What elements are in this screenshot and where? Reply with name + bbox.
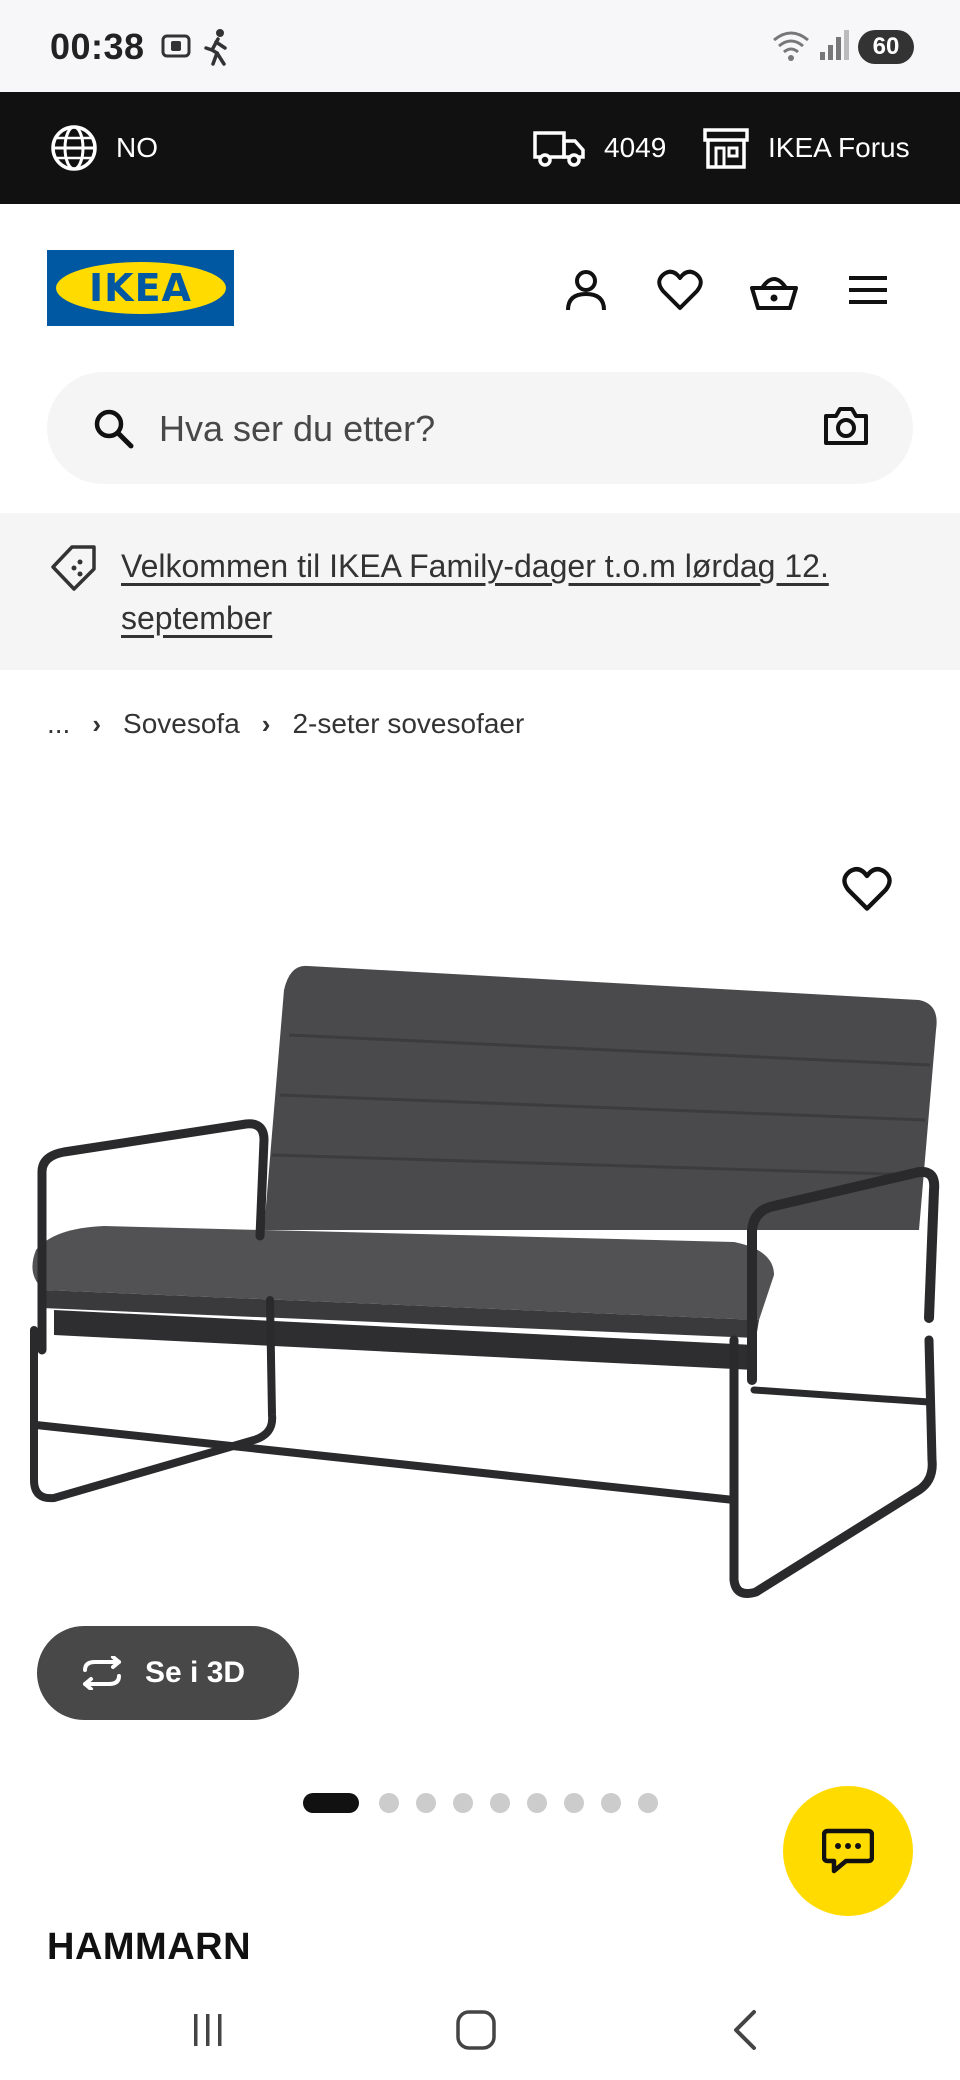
breadcrumb: ... › Sovesofa › 2-seter sovesofaer: [47, 704, 524, 744]
status-bar: 00:38 60: [0, 0, 960, 92]
heart-icon[interactable]: [654, 264, 706, 316]
view-3d-button[interactable]: Se i 3D: [37, 1626, 299, 1720]
signal-icon: [818, 28, 850, 67]
carousel-dot[interactable]: [379, 1793, 399, 1813]
search-input[interactable]: Hva ser du etter?: [159, 408, 435, 450]
battery-indicator: 60: [858, 30, 914, 64]
profile-icon[interactable]: [560, 264, 612, 316]
chat-icon: [822, 1828, 874, 1874]
store-selector[interactable]: IKEA Forus: [702, 92, 910, 204]
carousel-dot[interactable]: [416, 1793, 436, 1813]
chevron-right-icon: ›: [92, 708, 102, 739]
home-icon[interactable]: [446, 2000, 506, 2060]
carousel-dot[interactable]: [453, 1793, 473, 1813]
top-info-bar: NO 4049 IKEA Forus: [0, 92, 960, 204]
carousel-dot[interactable]: [564, 1793, 584, 1813]
walking-icon: [200, 28, 234, 71]
rotate-3d-icon: [83, 1656, 121, 1690]
promo-link[interactable]: Velkommen til IKEA Family-dager t.o.m lø…: [121, 540, 911, 644]
screenshot-icon: [158, 28, 194, 69]
store-label: IKEA Forus: [768, 132, 910, 163]
recent-apps-icon[interactable]: [178, 2000, 238, 2060]
carousel-dot[interactable]: [601, 1793, 621, 1813]
search-icon: [91, 406, 135, 455]
site-header: IKEA: [0, 204, 960, 364]
postcode-label: 4049: [604, 132, 667, 163]
language-selector[interactable]: NO: [50, 92, 158, 204]
logo-text: IKEA: [89, 266, 192, 310]
view-3d-label: Se i 3D: [145, 1656, 246, 1689]
carousel-dot[interactable]: [303, 1793, 359, 1813]
back-icon[interactable]: [716, 2000, 776, 2060]
carousel-dot[interactable]: [527, 1793, 547, 1813]
language-label: NO: [116, 132, 158, 163]
delivery-postcode[interactable]: 4049: [532, 92, 666, 204]
product-name: HAMMARN: [47, 1926, 252, 1968]
search-bar[interactable]: Hva ser du etter?: [47, 372, 913, 484]
product-image[interactable]: [14, 960, 946, 1600]
chevron-right-icon: ›: [261, 708, 271, 739]
favorite-heart-icon[interactable]: [842, 866, 892, 917]
status-time: 00:38: [50, 26, 145, 67]
wifi-icon: [770, 28, 812, 67]
price-tag-icon: [50, 543, 98, 598]
carousel-dot[interactable]: [490, 1793, 510, 1813]
basket-icon[interactable]: [748, 264, 800, 316]
breadcrumb-current[interactable]: 2-seter sovesofaer: [292, 708, 524, 740]
promo-banner: Velkommen til IKEA Family-dager t.o.m lø…: [0, 513, 960, 670]
system-nav-bar: [0, 1980, 960, 2080]
menu-icon[interactable]: [842, 264, 894, 316]
logo-oval: IKEA: [55, 262, 226, 314]
ikea-logo[interactable]: IKEA: [47, 250, 234, 326]
truck-icon: [533, 131, 585, 167]
carousel-indicator: [303, 1793, 675, 1813]
carousel-dot[interactable]: [638, 1793, 658, 1813]
camera-icon[interactable]: [823, 404, 869, 453]
breadcrumb-more[interactable]: ...: [47, 708, 70, 740]
chat-button[interactable]: [783, 1786, 913, 1916]
globe-icon: [51, 125, 97, 171]
store-icon: [703, 128, 749, 169]
breadcrumb-sovesofa[interactable]: Sovesofa: [123, 708, 240, 740]
